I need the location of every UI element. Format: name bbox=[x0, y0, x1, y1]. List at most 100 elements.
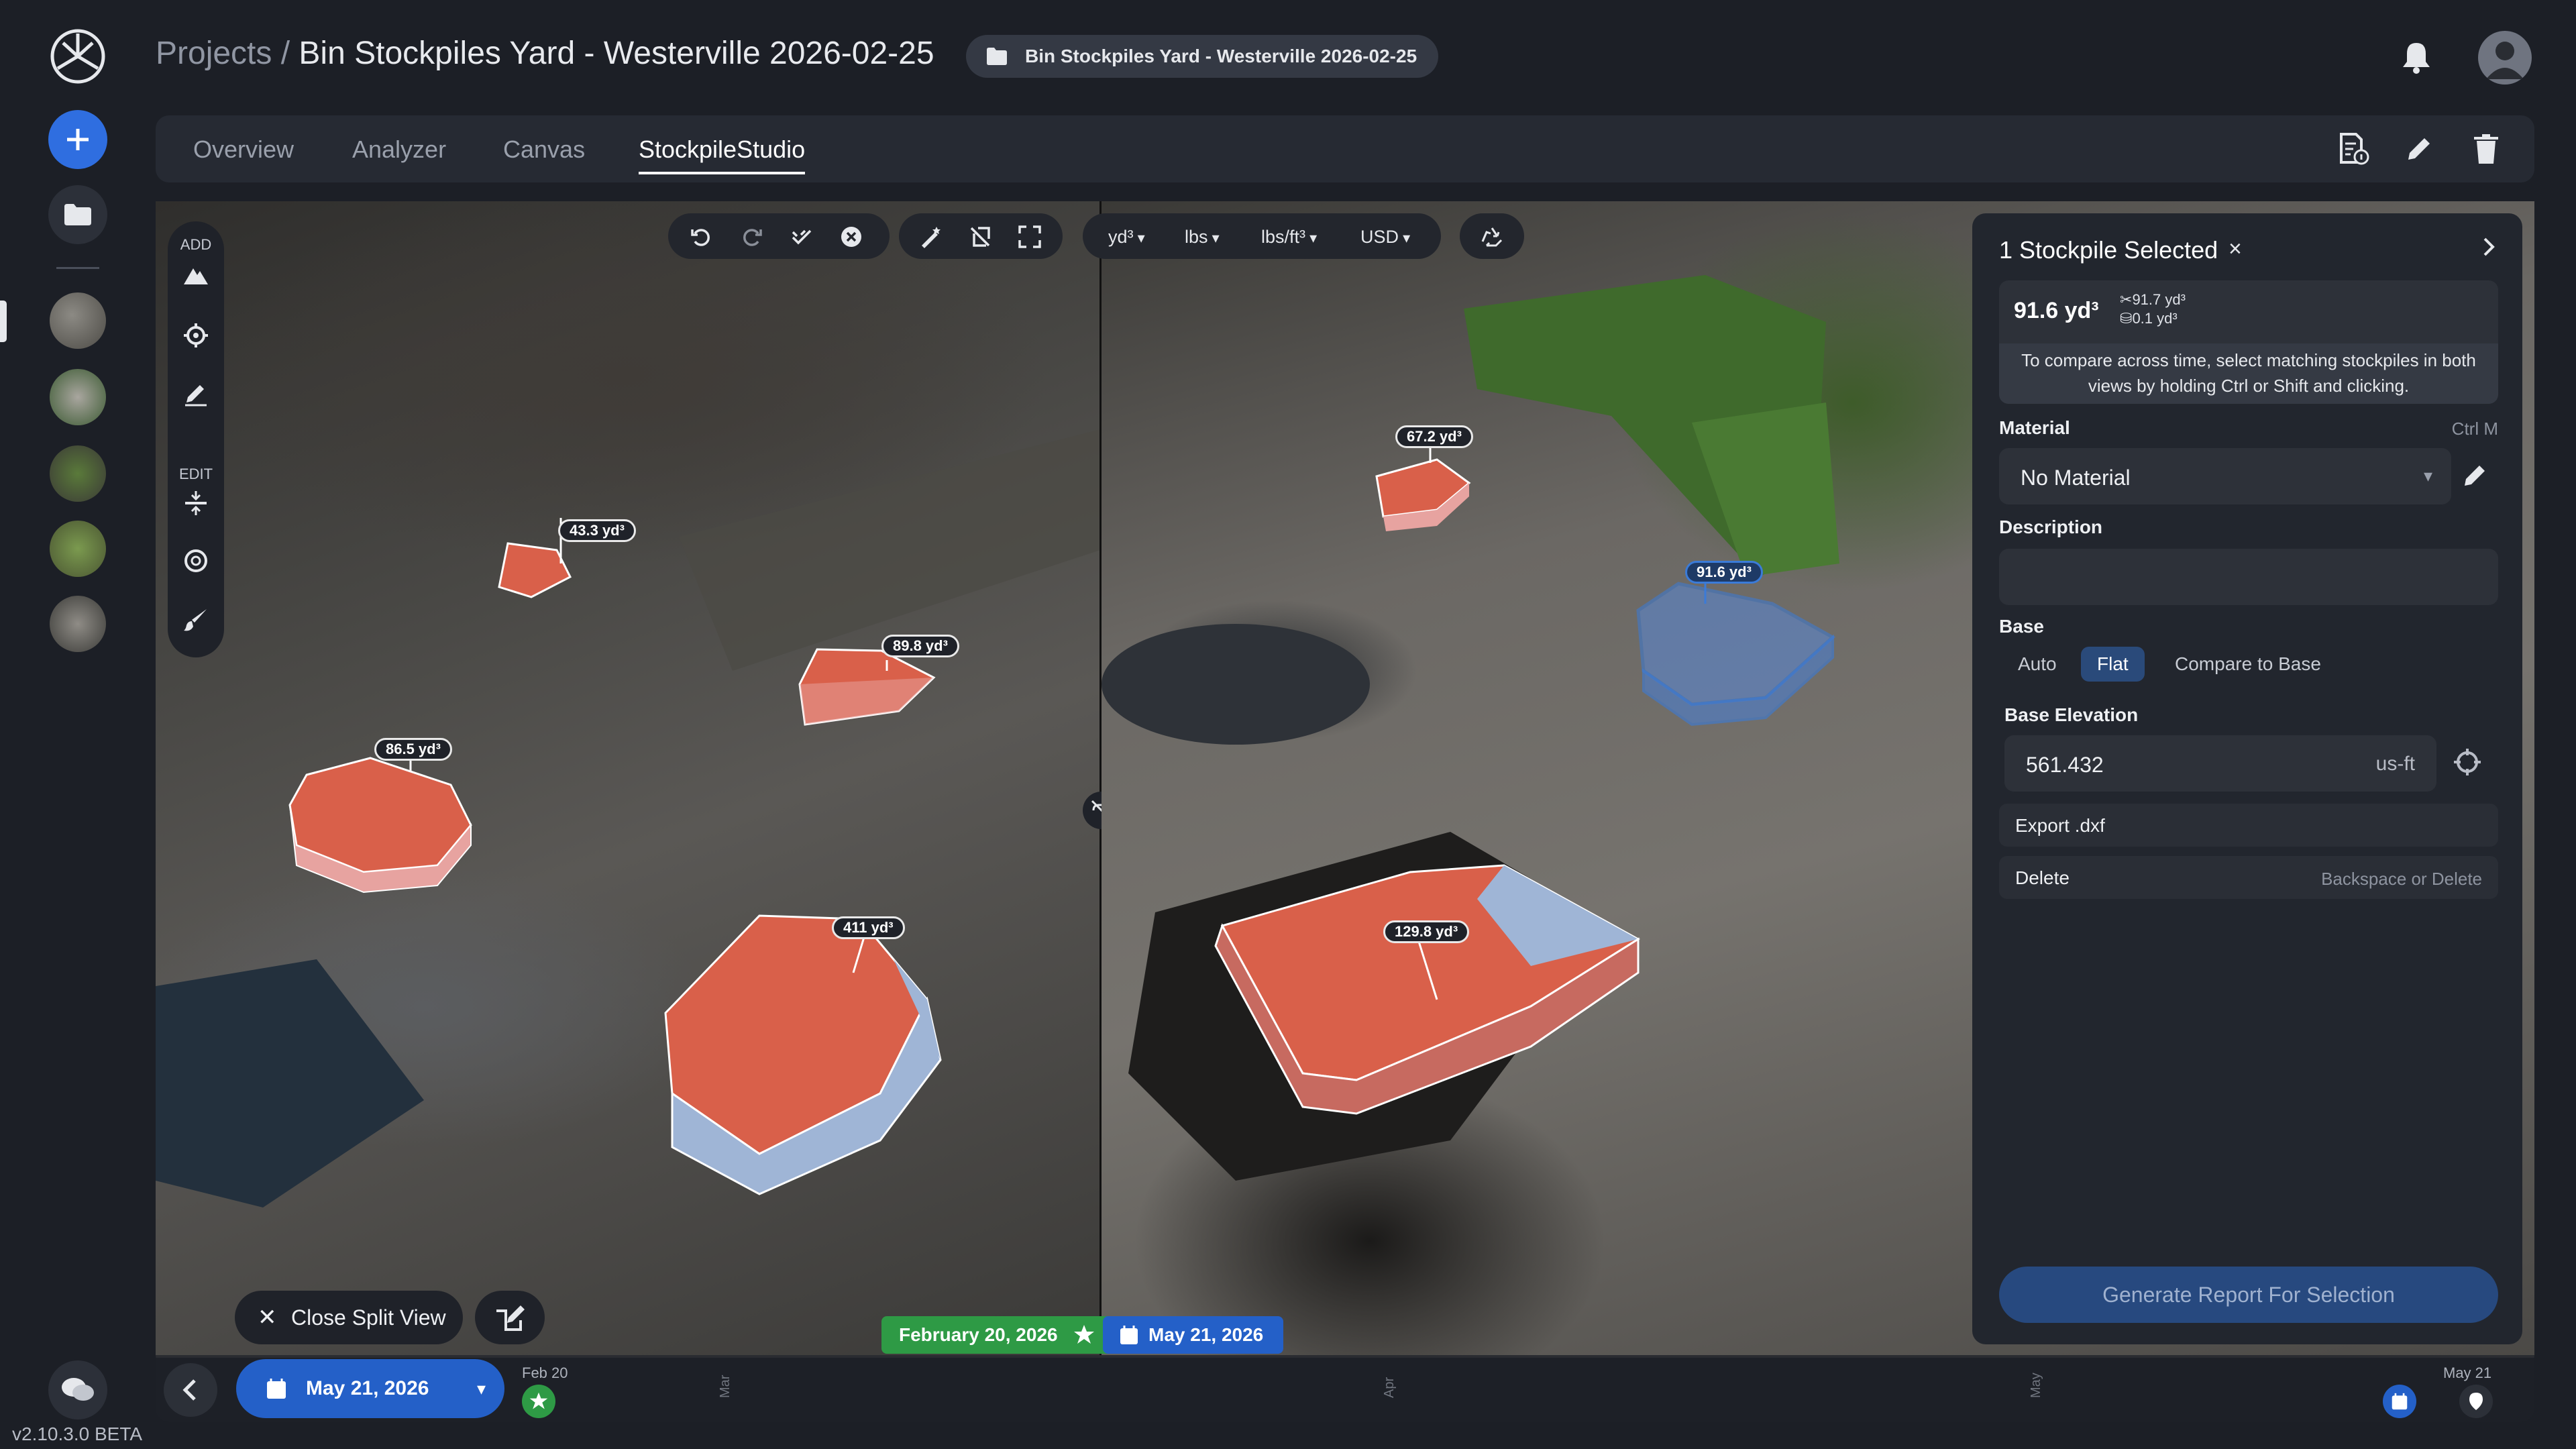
base-option-auto[interactable]: Auto bbox=[2002, 647, 2073, 682]
timeline-start-label: Feb 20 bbox=[522, 1364, 568, 1381]
base-label: Base bbox=[1999, 616, 2044, 637]
close-split-view-button[interactable]: ✕ Close Split View bbox=[235, 1291, 463, 1344]
timeline[interactable]: May 21, 2026 ▾ Feb 20 Mar Apr May May 21 bbox=[156, 1358, 2534, 1422]
material-select[interactable]: No Material ▾ bbox=[1999, 448, 2451, 504]
cut-icon: ✂ bbox=[2120, 291, 2133, 308]
add-button[interactable] bbox=[48, 110, 107, 169]
app-logo[interactable] bbox=[48, 27, 107, 86]
chat-button[interactable] bbox=[48, 1360, 107, 1419]
stockpile-label[interactable]: 129.8 yd³ bbox=[1383, 920, 1470, 943]
add-stockpile-tool[interactable] bbox=[182, 262, 209, 292]
brush-tool[interactable] bbox=[182, 606, 209, 637]
building-roof bbox=[156, 959, 424, 1208]
reset-tool[interactable] bbox=[182, 547, 209, 578]
stockpile-411[interactable] bbox=[664, 914, 942, 1195]
timeline-start-marker[interactable] bbox=[522, 1385, 555, 1418]
check-all-icon[interactable] bbox=[790, 225, 813, 248]
description-label: Description bbox=[1999, 517, 2103, 537]
collapse-panel-button[interactable] bbox=[2479, 233, 2498, 267]
magic-select-icon[interactable] bbox=[919, 225, 943, 248]
timeline-date-picker[interactable]: May 21, 2026 ▾ bbox=[236, 1359, 504, 1418]
project-thumbnail[interactable] bbox=[50, 596, 106, 652]
tab-bar: Overview Analyzer Canvas StockpileStudio bbox=[156, 115, 2534, 182]
tab-analyzer[interactable]: Analyzer bbox=[352, 136, 446, 164]
trash-icon bbox=[2474, 134, 2498, 164]
left-3d-view[interactable]: 43.3 yd³ 89.8 yd³ 86.5 yd³ 411 yd³ bbox=[156, 201, 1100, 1355]
add-point-tool[interactable] bbox=[182, 322, 209, 352]
tab-overview[interactable]: Overview bbox=[193, 136, 294, 164]
crosshair-icon bbox=[184, 323, 208, 347]
weight-unit-select[interactable]: lbs bbox=[1185, 227, 1220, 248]
tab-stockpilestudio[interactable]: StockpileStudio bbox=[639, 136, 806, 174]
version-label: v2.10.3.0 BETA bbox=[12, 1424, 143, 1444]
pencil-icon bbox=[2408, 138, 2430, 160]
calendar-icon bbox=[1120, 1326, 1138, 1344]
left-rail: v2.10.3.0 BETA bbox=[0, 0, 156, 1449]
edit-material-button[interactable] bbox=[2461, 460, 2490, 493]
breadcrumb: Projects / Bin Stockpiles Yard - Westerv… bbox=[156, 35, 934, 72]
breadcrumb-projects-link[interactable]: Projects bbox=[156, 36, 272, 71]
stockpile-label[interactable]: 43.3 yd³ bbox=[558, 519, 636, 542]
left-view-date[interactable]: February 20, 2026 bbox=[881, 1316, 1112, 1354]
project-thumbnail[interactable] bbox=[50, 292, 106, 349]
left-view-date-label: February 20, 2026 bbox=[899, 1324, 1058, 1345]
annotate-button[interactable] bbox=[475, 1291, 545, 1344]
stockpile-67[interactable] bbox=[1375, 458, 1471, 531]
stockpile-label[interactable]: 411 yd³ bbox=[832, 916, 905, 939]
chevron-down-icon: ▾ bbox=[2423, 466, 2432, 486]
avatar[interactable] bbox=[2478, 31, 2532, 85]
projects-button[interactable] bbox=[48, 185, 107, 244]
project-thumbnail[interactable] bbox=[50, 369, 106, 425]
delete-project-button[interactable] bbox=[2471, 133, 2501, 168]
history-toolbar bbox=[668, 213, 890, 259]
redo-icon[interactable] bbox=[741, 225, 763, 248]
deselect-icon[interactable] bbox=[969, 225, 993, 248]
delete-stockpile-button[interactable]: Delete Backspace or Delete bbox=[1999, 856, 2498, 899]
user-icon bbox=[2486, 42, 2524, 79]
stockpile-89[interactable] bbox=[798, 648, 936, 726]
export-dxf-label: Export .dxf bbox=[2015, 815, 2105, 836]
edit-project-button[interactable] bbox=[2403, 133, 2435, 168]
report-button[interactable] bbox=[2337, 133, 2369, 168]
stockpile-label[interactable]: 89.8 yd³ bbox=[881, 635, 959, 657]
currency-select[interactable]: USD bbox=[1360, 227, 1410, 248]
right-view-date[interactable]: May 21, 2026 bbox=[1103, 1316, 1284, 1354]
project-badge-label: Bin Stockpiles Yard - Westerville 2026-0… bbox=[1025, 46, 1417, 66]
notifications-button[interactable] bbox=[2402, 40, 2431, 77]
fullscreen-icon[interactable] bbox=[1018, 225, 1041, 248]
description-field[interactable] bbox=[1999, 549, 2498, 605]
units-toolbar: yd³ lbs lbs/ft³ USD bbox=[1083, 213, 1441, 259]
project-badge[interactable]: Bin Stockpiles Yard - Westerville 2026-0… bbox=[966, 35, 1439, 78]
stockpile-43[interactable] bbox=[498, 542, 572, 598]
base-elevation-input[interactable]: 561.432 us-ft bbox=[2004, 735, 2436, 792]
draw-tool[interactable] bbox=[182, 381, 209, 411]
clear-selection-button[interactable]: × bbox=[2229, 236, 2242, 262]
project-thumbnail[interactable] bbox=[50, 445, 106, 502]
stockpile-label-selected[interactable]: 91.6 yd³ bbox=[1685, 561, 1763, 584]
base-option-flat[interactable]: Flat bbox=[2081, 647, 2145, 682]
stockpile-91-selected[interactable] bbox=[1636, 582, 1836, 727]
base-option-compare[interactable]: Compare to Base bbox=[2159, 647, 2337, 682]
volume-unit-select[interactable]: yd³ bbox=[1108, 227, 1145, 248]
pick-elevation-button[interactable] bbox=[2451, 746, 2483, 782]
export-dxf-button[interactable]: Export .dxf bbox=[1999, 804, 2498, 847]
density-unit-select[interactable]: lbs/ft³ bbox=[1261, 227, 1317, 248]
timeline-right-marker[interactable] bbox=[2383, 1385, 2416, 1418]
timeline-month-apr: Apr bbox=[1382, 1377, 1397, 1398]
timeline-end-marker[interactable] bbox=[2459, 1385, 2493, 1418]
generate-report-button[interactable]: Generate Report For Selection bbox=[1999, 1267, 2498, 1323]
folder-icon bbox=[64, 204, 91, 225]
cancel-icon[interactable] bbox=[840, 225, 863, 248]
project-thumbnail[interactable] bbox=[50, 521, 106, 577]
timeline-back-button[interactable] bbox=[164, 1363, 217, 1417]
height-tool[interactable] bbox=[182, 490, 209, 520]
stockpile-label[interactable]: 86.5 yd³ bbox=[374, 738, 452, 761]
stockpile-86[interactable] bbox=[288, 757, 472, 894]
stockpile-label[interactable]: 67.2 yd³ bbox=[1395, 425, 1473, 448]
material-label: Material bbox=[1999, 417, 2070, 438]
tab-canvas[interactable]: Canvas bbox=[503, 136, 585, 164]
recycle-icon[interactable] bbox=[1480, 225, 1504, 248]
base-elevation-unit: us-ft bbox=[2375, 753, 2415, 775]
edit-section-label: EDIT bbox=[178, 466, 213, 482]
undo-icon[interactable] bbox=[690, 225, 712, 248]
